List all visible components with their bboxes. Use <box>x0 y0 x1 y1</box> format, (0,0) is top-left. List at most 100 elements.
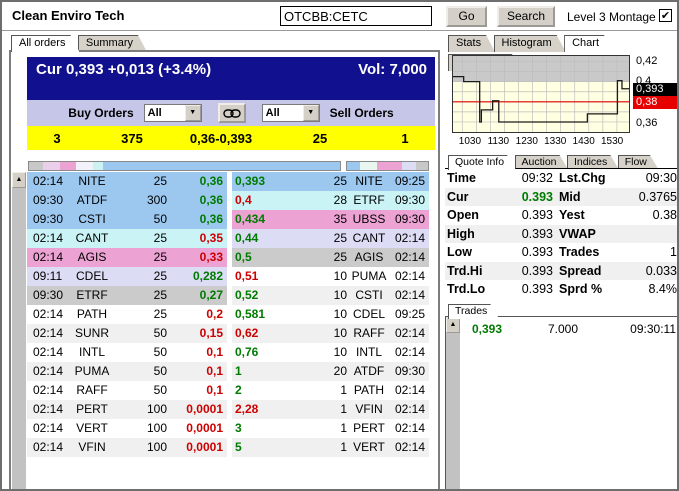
tab-trades[interactable]: Trades <box>448 304 499 319</box>
link-panes-button[interactable] <box>217 103 246 123</box>
order-size: 50 <box>153 364 167 378</box>
buy-order-row[interactable]: 09:30 ATDF 300 0,36 <box>27 191 227 210</box>
order-time: 02:14 <box>33 421 64 435</box>
sell-order-row[interactable]: 5 1 VERT 02:14 <box>232 438 429 457</box>
symbol-input[interactable] <box>280 6 432 26</box>
sell-order-row[interactable]: 2,28 1 VFIN 02:14 <box>232 400 429 419</box>
tab-chart[interactable]: Chart <box>564 35 613 52</box>
buy-order-row[interactable]: 02:14 NITE 25 0,36 <box>27 172 227 191</box>
bid-price: 0,35 <box>199 231 223 245</box>
chain-link-icon <box>222 108 241 118</box>
order-time: 02:14 <box>394 421 425 435</box>
order-time: 02:14 <box>394 250 425 264</box>
buy-order-row[interactable]: 09:11 CDEL 25 0,282 <box>27 267 227 286</box>
sell-order-row[interactable]: 0,581 10 CDEL 09:25 <box>232 305 429 324</box>
order-time: 02:14 <box>33 174 64 188</box>
sell-order-row[interactable]: 0,5 25 AGIS 02:14 <box>232 248 429 267</box>
market-maker-id: NITE <box>355 174 383 188</box>
sell-order-row[interactable]: 0,76 10 INTL 02:14 <box>232 343 429 362</box>
quote-value: 0.393 <box>521 282 553 296</box>
buy-order-row[interactable]: 02:14 INTL 50 0,1 <box>27 343 227 362</box>
trades-scrollbar[interactable]: ▲ <box>446 317 460 489</box>
level3-montage-checkbox[interactable]: ✔ <box>659 9 672 22</box>
market-maker-id: INTL <box>78 345 105 359</box>
buy-order-row[interactable]: 02:14 AGIS 25 0,33 <box>27 248 227 267</box>
trades-tab-strip: Trades <box>448 301 493 319</box>
order-time: 02:14 <box>394 269 425 283</box>
chevron-down-icon[interactable]: ▼ <box>184 105 201 121</box>
market-maker-id: ETRF <box>76 288 108 302</box>
trade-size: 7.000 <box>547 322 578 336</box>
sell-order-row[interactable]: 2 1 PATH 02:14 <box>232 381 429 400</box>
ask-price: 0,4 <box>235 193 252 207</box>
tab-quote-info[interactable]: Quote Info <box>448 155 516 170</box>
depth-segment <box>59 162 76 170</box>
order-time: 02:14 <box>394 440 425 454</box>
market-maker-id: RAFF <box>76 383 108 397</box>
chevron-down-icon[interactable]: ▼ <box>302 105 319 121</box>
order-size: 50 <box>153 326 167 340</box>
order-size: 1 <box>340 440 347 454</box>
sell-order-row[interactable]: 0,4 28 ETRF 09:30 <box>232 191 429 210</box>
sell-order-row[interactable]: 0,51 10 PUMA 02:14 <box>232 267 429 286</box>
sell-order-row[interactable]: 0,44 25 CANT 02:14 <box>232 229 429 248</box>
montage-window: Clean Enviro Tech Go Search Level 3 Mont… <box>0 0 679 491</box>
ask-price: 2 <box>235 383 242 397</box>
quote-value: 09:32 <box>521 171 553 185</box>
depth-segment <box>359 162 378 170</box>
buy-order-row[interactable]: 02:14 PUMA 50 0,1 <box>27 362 227 381</box>
inside-spread: 0,36-0,393 <box>189 130 253 146</box>
buy-order-row[interactable]: 02:14 SUNR 50 0,15 <box>27 324 227 343</box>
order-size: 35 <box>333 212 347 226</box>
sell-order-row[interactable]: 0,393 25 NITE 09:25 <box>232 172 429 191</box>
market-maker-id: CANT <box>75 231 109 245</box>
buy-order-row[interactable]: 02:14 VERT 100 0,0001 <box>27 419 227 438</box>
scroll-up-icon[interactable]: ▲ <box>12 172 26 188</box>
market-maker-id: CANT <box>352 231 386 245</box>
go-button[interactable]: Go <box>446 6 487 27</box>
security-title: Clean Enviro Tech <box>12 8 125 23</box>
quote-info-table: Time 09:32 Lst.Chg 09:30 Cur 0.393 Mid 0.3765 Op… <box>445 168 677 299</box>
orders-scrollbar[interactable]: ▲ <box>12 172 26 489</box>
buy-order-row[interactable]: 02:14 PATH 25 0,2 <box>27 305 227 324</box>
bid-price: 0,2 <box>206 307 223 321</box>
quote-value: 0.393 <box>521 226 553 241</box>
buy-order-row[interactable]: 02:14 PERT 100 0,0001 <box>27 400 227 419</box>
search-button[interactable]: Search <box>497 6 555 27</box>
quote-label: Sprd % <box>559 282 603 296</box>
sell-order-row[interactable]: 0,62 10 RAFF 02:14 <box>232 324 429 343</box>
sell-filter-dropdown[interactable]: All ▼ <box>261 104 320 122</box>
sell-order-row[interactable]: 0,52 10 CSTI 02:14 <box>232 286 429 305</box>
quote-label: High <box>447 226 475 241</box>
y-tick-label: 0,42 <box>636 54 658 67</box>
order-size: 10 <box>333 307 347 321</box>
current-price-marker: 0,393 <box>633 82 677 96</box>
current-price-change: Cur 0,393 +0,013 (+3.4%) <box>36 61 212 78</box>
sell-order-row[interactable]: 0,434 35 UBSS 09:30 <box>232 210 429 229</box>
scroll-up-icon[interactable]: ▲ <box>446 317 460 333</box>
order-time: 02:14 <box>394 383 425 397</box>
depth-segment <box>75 162 93 170</box>
sell-order-row[interactable]: 1 20 ATDF 09:30 <box>232 362 429 381</box>
quote-label: Trd.Hi <box>447 263 483 278</box>
sell-order-row[interactable]: 3 1 PERT 02:14 <box>232 419 429 438</box>
buy-order-row[interactable]: 02:14 RAFF 50 0,1 <box>27 381 227 400</box>
x-tick-label: 1230 <box>515 136 538 147</box>
market-maker-id: PERT <box>353 421 385 435</box>
buy-order-row[interactable]: 02:14 VFIN 100 0,0001 <box>27 438 227 457</box>
tab-all-orders[interactable]: All orders <box>11 35 79 52</box>
order-size: 100 <box>146 440 167 454</box>
quote-value: 0.393 <box>521 263 553 278</box>
order-time: 02:14 <box>394 288 425 302</box>
buy-order-row[interactable]: 02:14 CANT 25 0,35 <box>27 229 227 248</box>
buy-filter-dropdown[interactable]: All ▼ <box>143 104 202 122</box>
buy-order-row[interactable]: 09:30 CSTI 50 0,36 <box>27 210 227 229</box>
buy-order-row[interactable]: 09:30 ETRF 25 0,27 <box>27 286 227 305</box>
buy-order-count: 3 <box>53 130 61 146</box>
quote-info-row: Trd.Hi 0.393 Spread 0.033 <box>445 261 677 280</box>
quote-value: 1 <box>670 245 677 259</box>
quote-label: Trd.Lo <box>447 282 486 296</box>
bid-price: 0,33 <box>199 250 223 264</box>
market-maker-id: CDEL <box>352 307 385 321</box>
sell-filter-value: All <box>265 107 280 119</box>
